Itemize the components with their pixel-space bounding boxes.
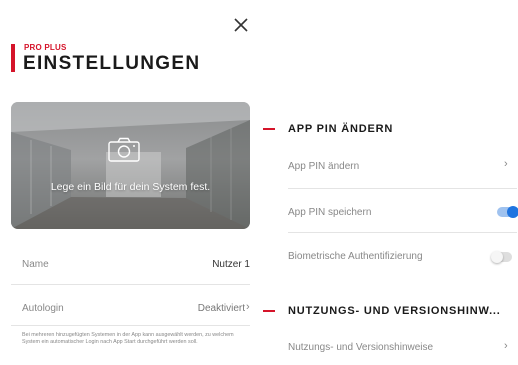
chevron-right-icon[interactable]: › [504, 158, 508, 170]
usage-notes-label[interactable]: Nutzungs- und Versionshinweise [288, 342, 433, 353]
save-pin-label: App PIN speichern [288, 207, 372, 218]
chevron-right-icon[interactable]: › [246, 301, 250, 313]
section-accent-dash [263, 128, 275, 130]
change-pin-label[interactable]: App PIN ändern [288, 161, 359, 172]
name-value[interactable]: Nutzer 1 [150, 259, 250, 270]
page-title: EINSTELLUNGEN [23, 53, 201, 74]
chevron-right-icon[interactable]: › [504, 340, 508, 352]
biometric-auth-toggle[interactable] [491, 251, 512, 263]
divider [288, 232, 517, 233]
divider [288, 188, 517, 189]
close-button[interactable] [228, 12, 254, 38]
name-label: Name [22, 259, 49, 270]
system-photo-card[interactable] [11, 102, 250, 229]
divider [11, 284, 250, 285]
brand-accent-bar [11, 44, 15, 72]
close-icon [234, 18, 248, 32]
usage-section-title: NUTZUNGS- UND VERSIONSHINW... [288, 305, 501, 317]
brand-label: PRO PLUS [24, 43, 67, 52]
photo-hint-label: Lege ein Bild für dein System fest. [50, 181, 211, 193]
autologin-label: Autologin [22, 303, 64, 314]
pin-section-title: APP PIN ÄNDERN [288, 123, 394, 135]
section-accent-dash [263, 310, 275, 312]
biometric-auth-label: Biometrische Authentifizierung [288, 251, 423, 262]
save-pin-toggle[interactable] [497, 206, 518, 218]
autologin-hint-text: Bei mehreren hinzugefügten Systemen in d… [22, 332, 234, 345]
camera-icon [108, 137, 140, 162]
hallway-background-image [11, 102, 250, 229]
autologin-value[interactable]: Deaktiviert [150, 303, 245, 314]
divider [11, 325, 250, 326]
